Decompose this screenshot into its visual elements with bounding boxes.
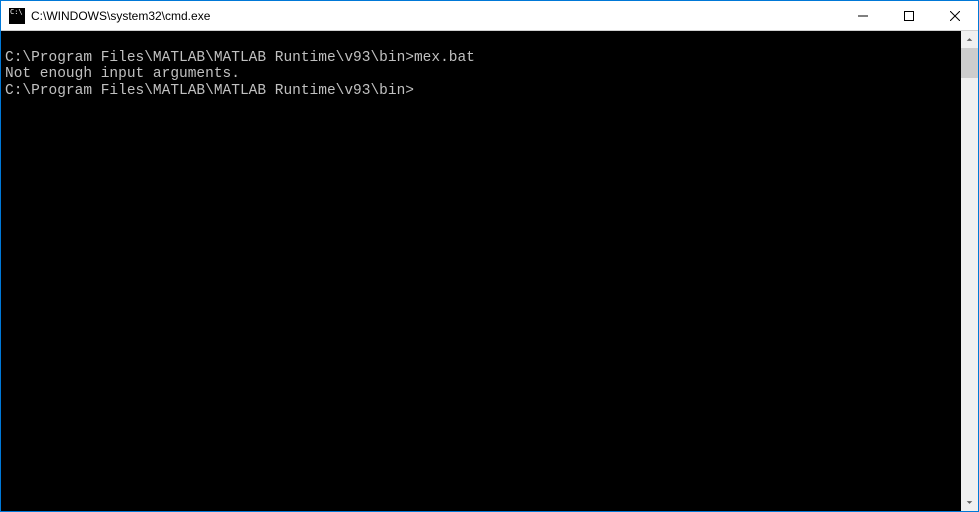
prompt: C:\Program Files\MATLAB\MATLAB Runtime\v… (5, 50, 414, 66)
maximize-button[interactable] (886, 1, 932, 30)
terminal-line: C:\Program Files\MATLAB\MATLAB Runtime\v… (5, 83, 957, 100)
window-title: C:\WINDOWS\system32\cmd.exe (31, 9, 840, 23)
terminal-wrapper: C:\Program Files\MATLAB\MATLAB Runtime\v… (1, 31, 978, 511)
scroll-up-button[interactable] (961, 31, 978, 48)
window-controls (840, 1, 978, 30)
close-button[interactable] (932, 1, 978, 30)
minimize-icon (858, 11, 868, 21)
minimize-button[interactable] (840, 1, 886, 30)
titlebar[interactable]: C:\WINDOWS\system32\cmd.exe (1, 1, 978, 31)
terminal[interactable]: C:\Program Files\MATLAB\MATLAB Runtime\v… (1, 31, 961, 511)
prompt: C:\Program Files\MATLAB\MATLAB Runtime\v… (5, 83, 414, 99)
chevron-down-icon (966, 499, 973, 506)
chevron-up-icon (966, 36, 973, 43)
scroll-thumb[interactable] (961, 48, 978, 78)
terminal-output: Not enough input arguments. (5, 66, 957, 83)
vertical-scrollbar[interactable] (961, 31, 978, 511)
terminal-line (5, 33, 957, 50)
terminal-line: C:\Program Files\MATLAB\MATLAB Runtime\v… (5, 50, 957, 67)
scroll-track[interactable] (961, 48, 978, 494)
scroll-down-button[interactable] (961, 494, 978, 511)
close-icon (950, 11, 960, 21)
command-text: mex.bat (414, 50, 475, 66)
cmd-icon (9, 8, 25, 24)
maximize-icon (904, 11, 914, 21)
